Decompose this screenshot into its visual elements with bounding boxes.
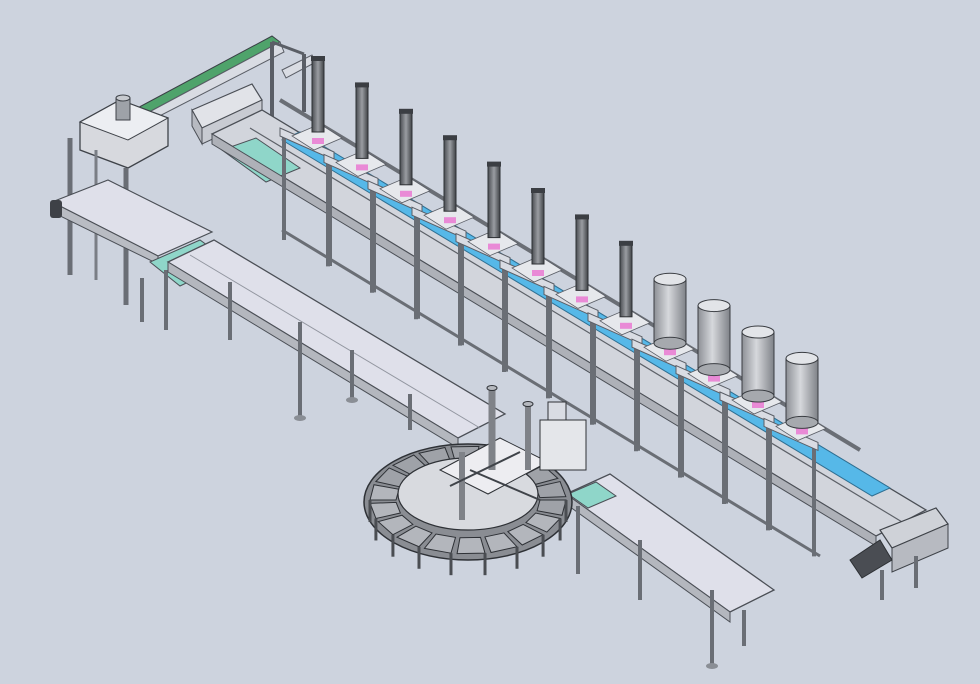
dosing-nozzle-marker <box>664 349 676 356</box>
dosing-nozzle-marker <box>576 296 588 303</box>
dosing-cylinder <box>653 278 687 344</box>
cad-assembly-view <box>0 0 980 684</box>
cylinder-bottom <box>785 415 819 429</box>
dosing-column <box>311 57 325 133</box>
infeed-end-roller <box>50 200 62 218</box>
outfeed-chute <box>849 539 893 579</box>
column-cap <box>619 240 633 246</box>
dosing-nozzle-marker <box>708 375 720 382</box>
cylinder-top <box>741 325 775 339</box>
dosing-nozzle-marker <box>796 428 808 435</box>
column-cap <box>487 161 501 167</box>
dosing-nozzle-marker <box>532 270 544 276</box>
column-cap <box>443 135 457 141</box>
dosing-column <box>355 83 369 159</box>
column-cap <box>575 214 589 220</box>
outfeed-conveyor <box>564 473 776 669</box>
dosing-cylinder <box>741 331 775 397</box>
cylinder-top <box>653 272 687 286</box>
dosing-cylinder <box>785 357 819 423</box>
dosing-column <box>443 136 457 212</box>
column-cap <box>531 188 545 193</box>
dosing-column <box>531 189 545 265</box>
dosing-nozzle-marker <box>488 243 500 250</box>
cylinder-top <box>697 299 731 313</box>
dosing-column <box>399 110 413 186</box>
dosing-column <box>619 242 633 318</box>
dosing-nozzle-marker <box>400 190 412 197</box>
cylinder-top <box>785 351 819 365</box>
column-cap <box>311 56 325 61</box>
gantry-rail-right <box>281 54 317 79</box>
dosing-cylinder <box>697 305 731 371</box>
conveyor-line-drawing <box>50 35 949 669</box>
carousel-pocket <box>456 536 486 555</box>
dosing-nozzle-marker <box>620 322 632 329</box>
dosing-column <box>487 163 501 239</box>
dosing-column <box>575 215 589 291</box>
column-cap <box>355 82 369 88</box>
cylinder-bottom <box>653 336 687 350</box>
dosing-nozzle-marker <box>356 164 368 171</box>
dosing-nozzle-marker <box>444 217 456 224</box>
column-cap <box>399 108 413 114</box>
cylinder-bottom <box>697 363 731 377</box>
dosing-nozzle-marker <box>312 138 324 144</box>
cylinder-bottom <box>741 389 775 403</box>
dosing-nozzle-marker <box>752 402 764 408</box>
